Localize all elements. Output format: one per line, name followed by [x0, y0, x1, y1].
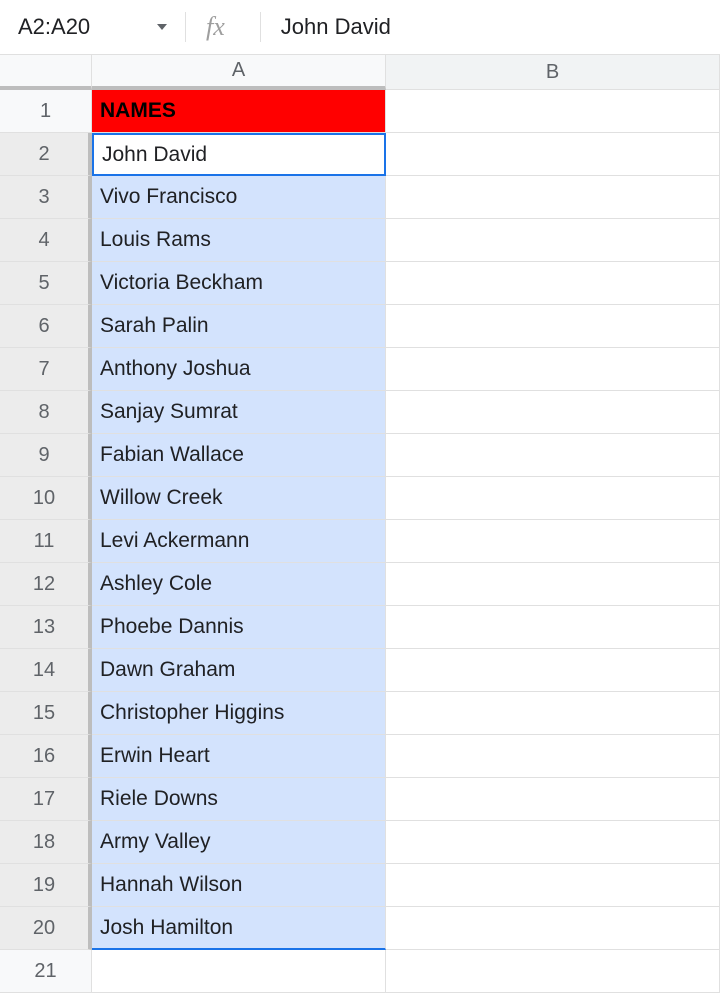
- cell-a18[interactable]: Army Valley: [92, 821, 386, 864]
- row-header-9[interactable]: 9: [0, 434, 92, 477]
- row-header-11[interactable]: 11: [0, 520, 92, 563]
- divider: [260, 12, 261, 42]
- cell-a7[interactable]: Anthony Joshua: [92, 348, 386, 391]
- cell-a15[interactable]: Christopher Higgins: [92, 692, 386, 735]
- table-row: 10 Willow Creek: [0, 477, 720, 520]
- row-header-8[interactable]: 8: [0, 391, 92, 434]
- row-header-1[interactable]: 1: [0, 90, 92, 133]
- row-header-20[interactable]: 20: [0, 907, 92, 950]
- cell-a11[interactable]: Levi Ackermann: [92, 520, 386, 563]
- cell-b12[interactable]: [386, 563, 720, 606]
- cell-b17[interactable]: [386, 778, 720, 821]
- name-box-value: A2:A20: [18, 14, 149, 40]
- cell-b18[interactable]: [386, 821, 720, 864]
- row-header-13[interactable]: 13: [0, 606, 92, 649]
- row-header-2[interactable]: 2: [0, 133, 92, 176]
- cell-b3[interactable]: [386, 176, 720, 219]
- cell-a10[interactable]: Willow Creek: [92, 477, 386, 520]
- cell-b15[interactable]: [386, 692, 720, 735]
- row-header-17[interactable]: 17: [0, 778, 92, 821]
- row-header-19[interactable]: 19: [0, 864, 92, 907]
- table-row: 11 Levi Ackermann: [0, 520, 720, 563]
- row-header-3[interactable]: 3: [0, 176, 92, 219]
- cell-b6[interactable]: [386, 305, 720, 348]
- cell-a21[interactable]: [92, 950, 386, 993]
- row-header-10[interactable]: 10: [0, 477, 92, 520]
- cell-b20[interactable]: [386, 907, 720, 950]
- table-row: 15 Christopher Higgins: [0, 692, 720, 735]
- row-header-15[interactable]: 15: [0, 692, 92, 735]
- column-header-a[interactable]: A: [92, 55, 386, 90]
- table-row: 2 John David: [0, 133, 720, 176]
- cell-a12[interactable]: Ashley Cole: [92, 563, 386, 606]
- column-header-b[interactable]: B: [386, 55, 720, 90]
- cell-b14[interactable]: [386, 649, 720, 692]
- chevron-down-icon[interactable]: [157, 24, 167, 30]
- cell-b11[interactable]: [386, 520, 720, 563]
- table-row: 16 Erwin Heart: [0, 735, 720, 778]
- name-box[interactable]: A2:A20: [10, 7, 175, 47]
- cell-a16[interactable]: Erwin Heart: [92, 735, 386, 778]
- row-header-4[interactable]: 4: [0, 219, 92, 262]
- cell-a9[interactable]: Fabian Wallace: [92, 434, 386, 477]
- table-row: 3 Vivo Francisco: [0, 176, 720, 219]
- table-row: 17 Riele Downs: [0, 778, 720, 821]
- cell-b9[interactable]: [386, 434, 720, 477]
- cell-b21[interactable]: [386, 950, 720, 993]
- row-header-14[interactable]: 14: [0, 649, 92, 692]
- cell-a5[interactable]: Victoria Beckham: [92, 262, 386, 305]
- cell-a13[interactable]: Phoebe Dannis: [92, 606, 386, 649]
- cell-b10[interactable]: [386, 477, 720, 520]
- row-header-5[interactable]: 5: [0, 262, 92, 305]
- select-all-corner[interactable]: [0, 55, 92, 90]
- cell-a3[interactable]: Vivo Francisco: [92, 176, 386, 219]
- cell-b13[interactable]: [386, 606, 720, 649]
- row-header-12[interactable]: 12: [0, 563, 92, 606]
- column-header-row: A B: [0, 55, 720, 90]
- row-header-7[interactable]: 7: [0, 348, 92, 391]
- table-row: 9 Fabian Wallace: [0, 434, 720, 477]
- cell-b2[interactable]: [386, 133, 720, 176]
- cell-b5[interactable]: [386, 262, 720, 305]
- row-header-16[interactable]: 16: [0, 735, 92, 778]
- cell-a4[interactable]: Louis Rams: [92, 219, 386, 262]
- table-row: 20 Josh Hamilton: [0, 907, 720, 950]
- row-header-18[interactable]: 18: [0, 821, 92, 864]
- formula-input[interactable]: John David: [276, 14, 391, 40]
- table-row: 8 Sanjay Sumrat: [0, 391, 720, 434]
- cell-a6[interactable]: Sarah Palin: [92, 305, 386, 348]
- table-row: 12 Ashley Cole: [0, 563, 720, 606]
- table-row: 14 Dawn Graham: [0, 649, 720, 692]
- cell-a2[interactable]: John David: [92, 133, 386, 176]
- cell-b16[interactable]: [386, 735, 720, 778]
- cell-a8[interactable]: Sanjay Sumrat: [92, 391, 386, 434]
- cell-b7[interactable]: [386, 348, 720, 391]
- cell-a1[interactable]: NAMES: [92, 90, 386, 133]
- table-row: 4 Louis Rams: [0, 219, 720, 262]
- table-row: 6 Sarah Palin: [0, 305, 720, 348]
- formula-bar: A2:A20 fx John David: [0, 0, 720, 55]
- cell-b8[interactable]: [386, 391, 720, 434]
- cell-a20[interactable]: Josh Hamilton: [92, 907, 386, 950]
- fx-icon[interactable]: fx: [185, 12, 245, 42]
- table-row: 13 Phoebe Dannis: [0, 606, 720, 649]
- row-header-6[interactable]: 6: [0, 305, 92, 348]
- cell-a19[interactable]: Hannah Wilson: [92, 864, 386, 907]
- table-row: 19 Hannah Wilson: [0, 864, 720, 907]
- table-row: 5 Victoria Beckham: [0, 262, 720, 305]
- cell-b19[interactable]: [386, 864, 720, 907]
- cell-b1[interactable]: [386, 90, 720, 133]
- cell-a17[interactable]: Riele Downs: [92, 778, 386, 821]
- cell-b4[interactable]: [386, 219, 720, 262]
- table-row: 1 NAMES: [0, 90, 720, 133]
- table-row: 18 Army Valley: [0, 821, 720, 864]
- cell-a14[interactable]: Dawn Graham: [92, 649, 386, 692]
- table-row: 21: [0, 950, 720, 993]
- row-header-21[interactable]: 21: [0, 950, 92, 993]
- spreadsheet-grid: A B 1 NAMES 2 John David 3 Vivo Francisc…: [0, 55, 720, 993]
- table-row: 7 Anthony Joshua: [0, 348, 720, 391]
